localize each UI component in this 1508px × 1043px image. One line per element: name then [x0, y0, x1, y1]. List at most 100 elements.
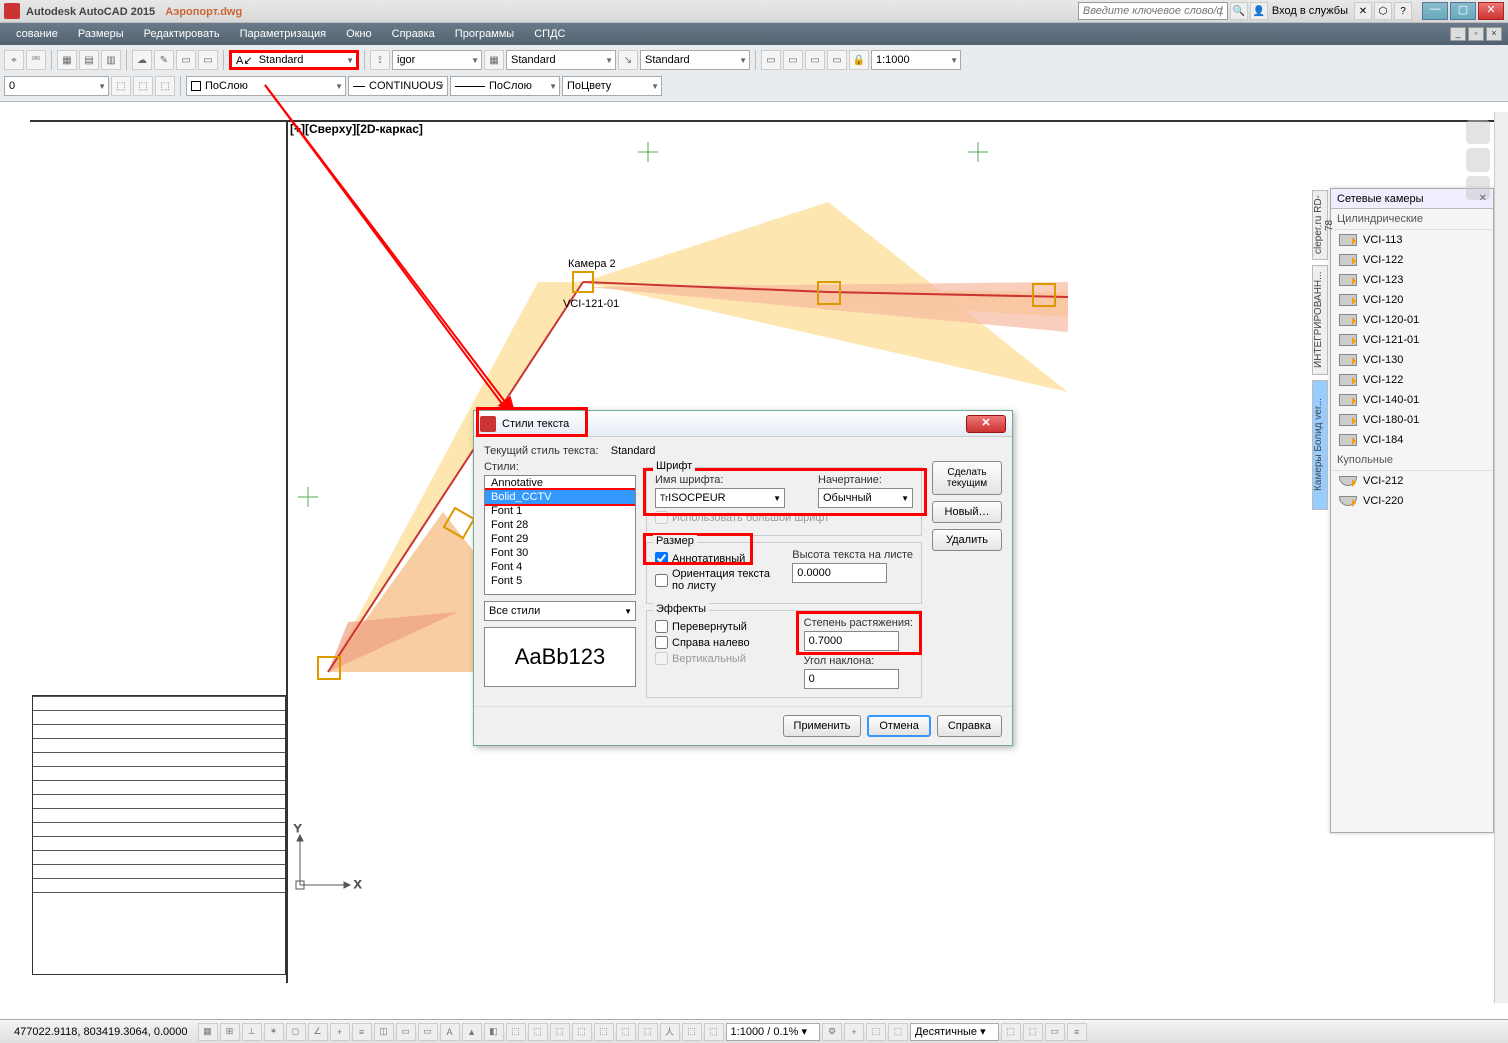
3d-icon[interactable]: 人	[660, 1023, 680, 1041]
qp-toggle-icon[interactable]: ▭	[396, 1023, 416, 1041]
help-button[interactable]: Справка	[937, 715, 1002, 737]
minimize-button[interactable]: —	[1422, 2, 1448, 20]
units-combo[interactable]: Десятичные ▾	[910, 1023, 999, 1041]
styles-listbox[interactable]: Annotative Bolid_CCTV Font 1 Font 28 Fon…	[484, 475, 636, 595]
layer-tool-icon[interactable]: ⬚	[111, 76, 131, 96]
linetype-combo[interactable]: CONTINUOUS▼	[348, 76, 448, 96]
palette-item[interactable]: VCI-220	[1331, 491, 1493, 511]
list-item[interactable]: Font 28	[485, 518, 635, 532]
tool-icon[interactable]: ✎	[154, 50, 174, 70]
list-item[interactable]: Font 4	[485, 560, 635, 574]
menu-spds[interactable]: СПДС	[524, 28, 575, 40]
tool-icon[interactable]: ⬚	[1001, 1023, 1021, 1041]
oblique-input[interactable]	[804, 669, 899, 689]
mdi-max[interactable]: ▫	[1468, 27, 1484, 41]
tool-icon[interactable]: ⌖	[4, 50, 24, 70]
palette-item[interactable]: VCI-180-01	[1331, 410, 1493, 430]
mdi-min[interactable]: _	[1450, 27, 1466, 41]
list-item[interactable]: Font 30	[485, 546, 635, 560]
dialog-close-button[interactable]: ✕	[966, 415, 1006, 433]
layer-tool-icon[interactable]: ⬚	[133, 76, 153, 96]
an-toggle-icon[interactable]: A	[440, 1023, 460, 1041]
dyn-toggle-icon[interactable]: +	[330, 1023, 350, 1041]
otrack-toggle-icon[interactable]: ∠	[308, 1023, 328, 1041]
tool-icon[interactable]: ▭	[805, 50, 825, 70]
nav-wheel-icon[interactable]	[1466, 120, 1490, 144]
tool-icon[interactable]: ⎃	[26, 50, 46, 70]
vis-icon[interactable]: ▲	[462, 1023, 482, 1041]
customize-icon[interactable]: ≡	[1067, 1023, 1087, 1041]
tpy-toggle-icon[interactable]: ◫	[374, 1023, 394, 1041]
3d-icon[interactable]: ⬚	[528, 1023, 548, 1041]
list-item[interactable]: Annotative	[485, 476, 635, 490]
tool-icon[interactable]: ▭	[198, 50, 218, 70]
apply-button[interactable]: Применить	[783, 715, 862, 737]
menu-programs[interactable]: Программы	[445, 28, 524, 40]
font-name-combo[interactable]: Tr ISOCPEUR▼	[655, 488, 785, 508]
3d-icon[interactable]: ⬚	[616, 1023, 636, 1041]
mleader-style-combo[interactable]: Standard▼	[640, 50, 750, 70]
mdi-close[interactable]: ×	[1486, 27, 1502, 41]
tool-palette[interactable]: Сетевые камеры ✕ Цилиндрические VCI-113V…	[1330, 188, 1494, 833]
palette-item[interactable]: VCI-123	[1331, 270, 1493, 290]
search-icon[interactable]: 🔍	[1230, 2, 1248, 20]
menu-param[interactable]: Параметризация	[230, 28, 336, 40]
rtl-checkbox[interactable]	[655, 636, 668, 649]
orbit-icon[interactable]	[1466, 176, 1490, 200]
exchange-icon[interactable]: ✕	[1354, 2, 1372, 20]
palette-tab[interactable]: ИНТЕГРИРОВАНН...	[1312, 265, 1328, 375]
menu-window[interactable]: Окно	[336, 28, 382, 40]
palette-item[interactable]: VCI-122	[1331, 250, 1493, 270]
tool-icon[interactable]: ▥	[101, 50, 121, 70]
lock-icon[interactable]: 🔒	[849, 50, 869, 70]
palette-tab[interactable]: cleper.ru RD-78	[1312, 190, 1328, 260]
dialog-titlebar[interactable]: Стили текста ✕	[474, 411, 1012, 437]
3d-icon[interactable]: ⬚	[682, 1023, 702, 1041]
scale-combo[interactable]: 1:1000▼	[871, 50, 961, 70]
filter-combo[interactable]: Все стили▼	[484, 601, 636, 621]
tool-icon[interactable]: ☁	[132, 50, 152, 70]
layer-combo[interactable]: 0▼	[4, 76, 109, 96]
3d-icon[interactable]: ⬚	[506, 1023, 526, 1041]
close-button[interactable]: ✕	[1478, 2, 1504, 20]
set-current-button[interactable]: Сделать текущим	[932, 461, 1002, 495]
tool-icon[interactable]: ▤	[79, 50, 99, 70]
palette-item[interactable]: VCI-113	[1331, 230, 1493, 250]
text-style-combo[interactable]: A↙ Standard ▼	[229, 50, 359, 70]
table-style-combo[interactable]: Standard▼	[506, 50, 616, 70]
menu-dim[interactable]: Размеры	[68, 28, 134, 40]
menu-help[interactable]: Справка	[382, 28, 445, 40]
palette-tab-active[interactable]: Камеры Болид ver...	[1312, 380, 1328, 510]
new-button[interactable]: Новый…	[932, 501, 1002, 523]
delete-button[interactable]: Удалить	[932, 529, 1002, 551]
help-icon[interactable]: ?	[1394, 2, 1412, 20]
signin-label[interactable]: Вход в службы	[1268, 5, 1352, 17]
ortho-toggle-icon[interactable]: ⊥	[242, 1023, 262, 1041]
palette-item[interactable]: VCI-184	[1331, 430, 1493, 450]
lwt-toggle-icon[interactable]: ≡	[352, 1023, 372, 1041]
clean-screen-icon[interactable]: ▭	[1045, 1023, 1065, 1041]
iso-icon[interactable]: ◧	[484, 1023, 504, 1041]
3d-icon[interactable]: ⬚	[704, 1023, 724, 1041]
list-item[interactable]: Font 1	[485, 504, 635, 518]
palette-item[interactable]: VCI-140-01	[1331, 390, 1493, 410]
plotstyle-combo[interactable]: ПоЦвету▼	[562, 76, 662, 96]
signin-button[interactable]: 👤	[1250, 2, 1268, 20]
color-combo[interactable]: ПоСлою▼	[186, 76, 346, 96]
menu-edit[interactable]: Редактировать	[134, 28, 230, 40]
osnap-toggle-icon[interactable]: ◻	[286, 1023, 306, 1041]
palette-item[interactable]: VCI-212	[1331, 471, 1493, 491]
dim-style-combo[interactable]: igor▼	[392, 50, 482, 70]
tool-icon[interactable]: ▭	[176, 50, 196, 70]
gear-icon[interactable]: ⚙	[822, 1023, 842, 1041]
lineweight-combo[interactable]: ПоСлою▼	[450, 76, 560, 96]
orient-checkbox[interactable]	[655, 574, 668, 587]
3d-icon[interactable]: ⬚	[594, 1023, 614, 1041]
width-input[interactable]	[804, 631, 899, 651]
mleader-icon[interactable]: ↘	[618, 50, 638, 70]
height-input[interactable]	[792, 563, 887, 583]
tool-icon[interactable]: ⬚	[866, 1023, 886, 1041]
pan-icon[interactable]	[1466, 148, 1490, 172]
font-style-combo[interactable]: Обычный▼	[818, 488, 913, 508]
menu-draw[interactable]: сование	[6, 28, 68, 40]
